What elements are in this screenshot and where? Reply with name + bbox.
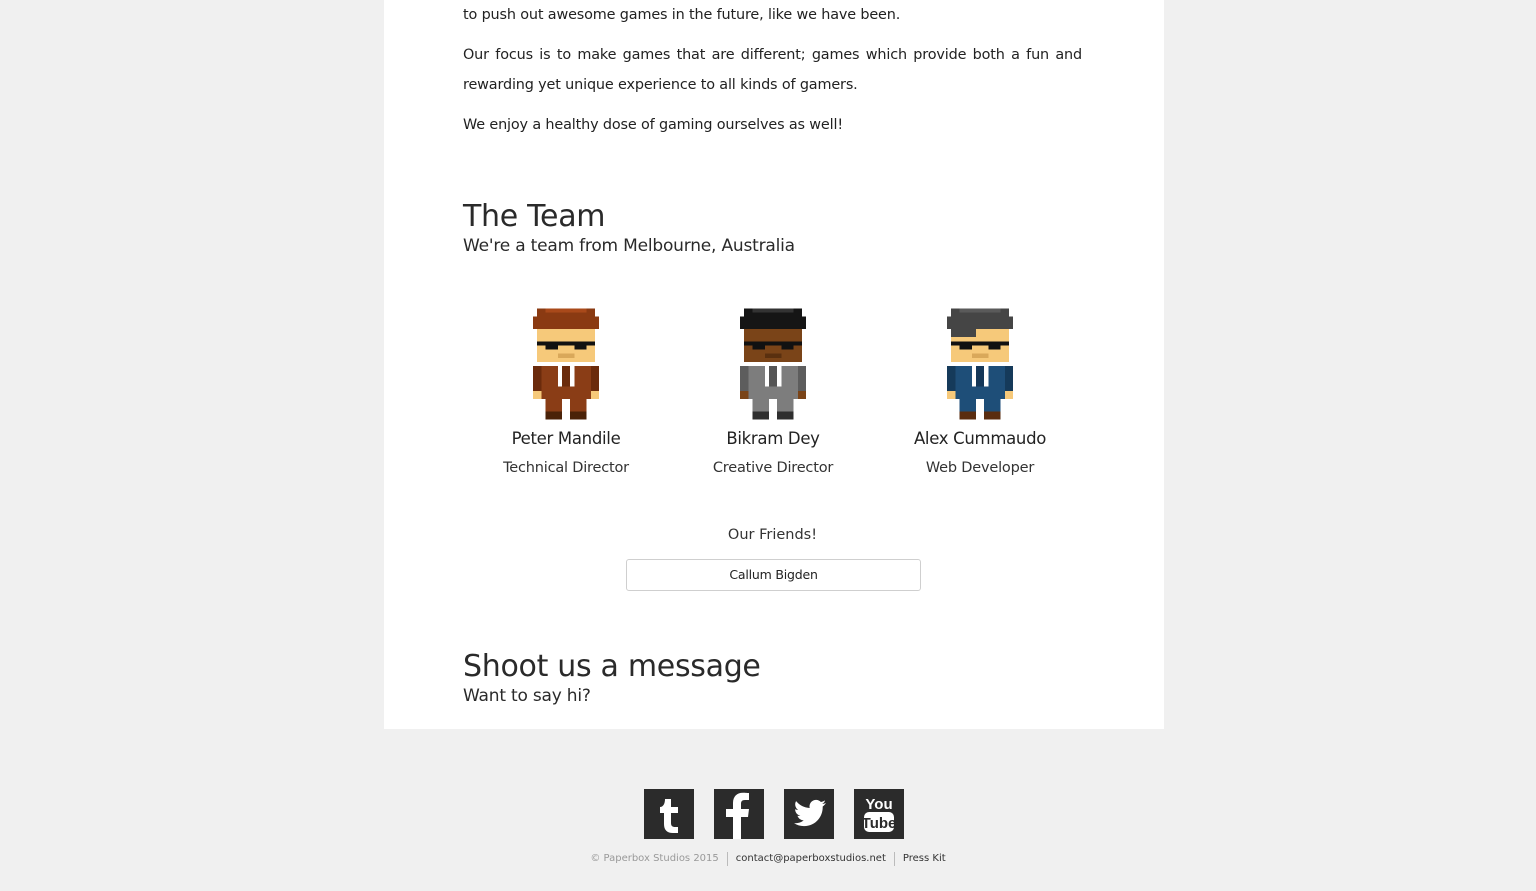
footer-press-kit-link[interactable]: Press Kit	[895, 850, 954, 868]
avatar-brown-hair-icon	[533, 308, 599, 420]
member-name: Peter Mandile	[511, 429, 621, 448]
friends-label: Our Friends!	[727, 527, 818, 543]
social-links: You Tube	[644, 789, 904, 839]
footer-copyright: © Paperbox Studios 2015	[590, 853, 719, 864]
facebook-icon[interactable]	[714, 789, 764, 839]
avatar-grey-hair-icon	[947, 308, 1013, 420]
member-role: Web Developer	[925, 460, 1035, 476]
avatar-black-hair-icon	[740, 308, 806, 420]
twitter-icon[interactable]	[784, 789, 834, 839]
about-paragraph-3: We enjoy a healthy dose of gaming oursel…	[463, 117, 843, 133]
member-role: Technical Director	[503, 460, 629, 476]
team-member-peter: Peter Mandile Technical Director	[466, 308, 666, 478]
contact-subtitle: Want to say hi?	[463, 686, 591, 706]
contact-heading: Shoot us a message	[463, 649, 761, 684]
svg-text:Tube: Tube	[862, 815, 897, 832]
youtube-icon[interactable]: You Tube	[854, 789, 904, 839]
tumblr-icon[interactable]	[644, 789, 694, 839]
about-paragraph-2: Our focus is to make games that are diff…	[463, 47, 1082, 93]
team-member-bikram: Bikram Dey Creative Director	[673, 308, 873, 478]
team-heading: The Team	[463, 199, 606, 234]
footer: © Paperbox Studios 2015 contact@paperboxs…	[0, 850, 1536, 869]
about-paragraph-1: to push out awesome games in the future,…	[463, 7, 901, 23]
friend-button-callum[interactable]: Callum Bigden	[626, 559, 921, 591]
member-name: Alex Cummaudo	[913, 429, 1047, 448]
member-name: Bikram Dey	[726, 429, 820, 448]
page: to push out awesome games in the future,…	[0, 0, 1536, 891]
member-role: Creative Director	[712, 460, 834, 476]
team-subtitle: We're a team from Melbourne, Australia	[463, 236, 795, 256]
content-card: to push out awesome games in the future,…	[384, 0, 1164, 729]
team-member-alex: Alex Cummaudo Web Developer	[880, 308, 1080, 478]
svg-text:You: You	[865, 796, 892, 813]
footer-email-link[interactable]: contact@paperboxstudios.net	[728, 850, 894, 868]
